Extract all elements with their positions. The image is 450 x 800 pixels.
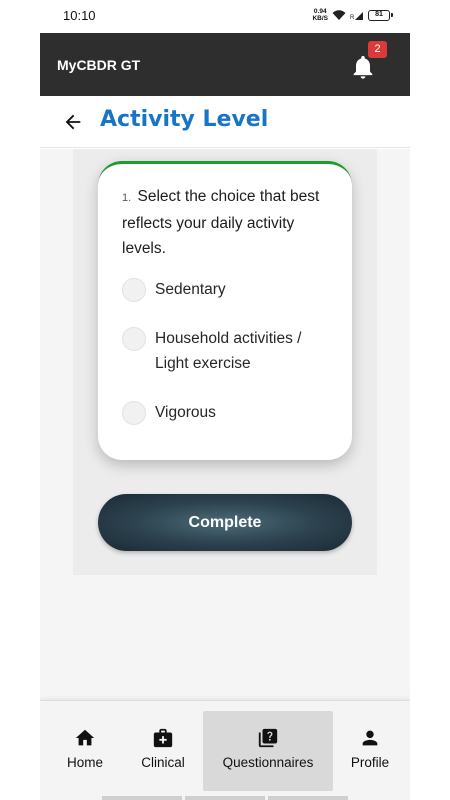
question-copy-icon (258, 728, 278, 748)
radio-button[interactable] (122, 401, 146, 425)
gesture-bar (102, 796, 348, 800)
content-area: 1. Select the choice that best reflects … (40, 149, 410, 700)
question-label: Select the choice that best reflects you… (122, 188, 320, 257)
bottom-nav: Home Clinical Questionnaires Profile (40, 700, 410, 800)
nav-item-home[interactable]: Home (56, 711, 114, 791)
option-household-activities[interactable]: Household activities / Light exercise (122, 327, 335, 376)
nav-label: Home (66, 755, 103, 770)
phone-screen: 10:10 0.94 KB/S R 81 MyCBDR GT 2 Activit… (40, 0, 410, 800)
option-sedentary[interactable]: Sedentary (122, 278, 335, 302)
nav-label: Profile (350, 755, 390, 770)
nav-item-profile[interactable]: Profile (340, 711, 400, 791)
wifi-icon (332, 10, 346, 20)
radio-button[interactable] (122, 327, 146, 351)
question-number: 1. (122, 192, 132, 204)
question-text: 1. Select the choice that best reflects … (122, 184, 337, 261)
nav-label: Questionnaires (222, 755, 314, 770)
svg-text:R: R (350, 15, 355, 21)
person-icon (362, 730, 378, 746)
page-header: Activity Level (40, 96, 410, 148)
page-title: Activity Level (100, 107, 269, 132)
arrow-left-icon (65, 114, 81, 130)
option-label: Sedentary (155, 281, 226, 298)
radio-button[interactable] (122, 278, 146, 302)
status-bar: 10:10 0.94 KB/S R 81 (40, 0, 410, 33)
signal-icon: R (350, 12, 363, 21)
nav-label: Clinical (141, 755, 185, 770)
question-card: 1. Select the choice that best reflects … (98, 161, 352, 460)
option-label: Household activities / Light exercise (155, 330, 302, 372)
app-bar: MyCBDR GT 2 (40, 33, 410, 96)
nav-item-questionnaires[interactable]: Questionnaires (203, 711, 333, 791)
medical-kit-icon (153, 728, 173, 748)
complete-button[interactable]: Complete (98, 494, 352, 551)
notification-badge: 2 (368, 41, 387, 58)
battery-indicator: 81 (368, 9, 393, 21)
app-title: MyCBDR GT (57, 57, 141, 73)
option-label: Vigorous (155, 404, 216, 421)
nav-item-clinical[interactable]: Clinical (132, 711, 194, 791)
home-icon (75, 729, 95, 746)
status-icons: 0.94 KB/S R 81 (312, 8, 393, 22)
network-speed: 0.94 KB/S (312, 8, 328, 22)
back-button[interactable] (62, 111, 84, 133)
status-time: 10:10 (63, 8, 96, 23)
option-vigorous[interactable]: Vigorous (122, 401, 335, 425)
